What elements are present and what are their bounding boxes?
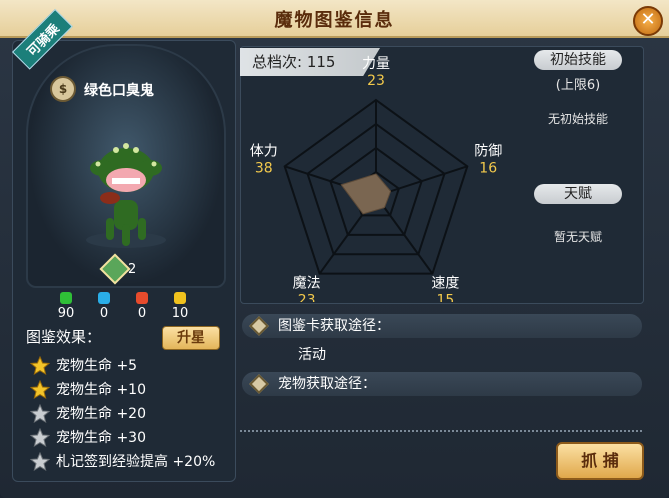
radar-stat-name: 体力 (250, 144, 278, 160)
effect-text: 宠物生命 +20 (56, 406, 146, 422)
diamond-icon (249, 316, 269, 336)
effect-item: 宠物生命 +30 (30, 426, 230, 450)
radar-stat-value: 15 (436, 292, 454, 302)
diamond-icon (249, 374, 269, 394)
attribute-value: 0 (99, 306, 109, 321)
window-title: 魔物图鉴信息 (274, 10, 395, 31)
star-icon (30, 356, 50, 376)
card-source-bar: 图鉴卡获取途径： (242, 314, 642, 338)
star-icon (30, 380, 50, 400)
initial-skill-label: 初始技能 (534, 50, 622, 70)
card-source-value: 活动 (298, 347, 326, 363)
effect-text: 宠物生命 +30 (56, 430, 146, 446)
attribute-color-icon (60, 292, 72, 304)
effect-text: 札记签到经验提高 +20% (56, 454, 216, 470)
card-count: 2 (128, 262, 137, 277)
skill-limit: (上限6) (555, 78, 601, 93)
attribute-value: 0 (137, 306, 147, 321)
divider (240, 430, 642, 432)
effect-text: 宠物生命 +5 (56, 358, 138, 374)
effect-list: 宠物生命 +5 宠物生命 +10 宠物生命 +20 宠物生命 +30 札记签到经验提高 … (30, 354, 230, 474)
effect-item: 宠物生命 +5 (30, 354, 230, 378)
attribute-color-icon (174, 292, 186, 304)
collection-effect-label: 图鉴效果： (26, 328, 102, 346)
talent-label: 天赋 (534, 184, 622, 204)
attribute-value: 90 (57, 306, 75, 321)
effect-item: 宠物生命 +10 (30, 378, 230, 402)
radar-stat-name: 防御 (474, 144, 502, 160)
attribute-row: 90 0 0 10 (52, 292, 202, 322)
close-button[interactable]: ✕ (633, 6, 663, 36)
radar-stat-name: 力量 (362, 56, 390, 72)
star-icon (30, 452, 50, 472)
skills-panel: 初始技能 (上限6) 无初始技能 天赋 暂无天赋 (514, 46, 642, 302)
monster-name: 绿色口臭鬼 (84, 83, 154, 99)
radar-stat-name: 魔法 (293, 275, 321, 291)
attribute-value: 10 (171, 306, 189, 321)
radar-stat-value: 38 (255, 161, 273, 177)
no-talent-text: 暂无天赋 (553, 230, 602, 244)
radar-value-shape (340, 173, 392, 215)
star-icon (30, 404, 50, 424)
card-source-label: 图鉴卡获取途径： (278, 318, 390, 334)
close-icon: ✕ (640, 9, 656, 30)
radar-stat-value: 23 (367, 73, 385, 89)
attribute-color-icon (136, 292, 148, 304)
effect-item: 札记签到经验提高 +20% (30, 450, 230, 474)
radar-stat-value: 23 (298, 292, 316, 302)
stats-radar-chart: 力量23防御16速度15魔法23体力38 (250, 56, 502, 302)
radar-stat-name: 速度 (431, 275, 459, 291)
no-initial-skill-text: 无初始技能 (547, 112, 608, 126)
effect-item: 宠物生命 +20 (30, 402, 230, 426)
monster-sprite-icon (86, 143, 166, 248)
titlebar: 魔物图鉴信息 ✕ (0, 0, 669, 38)
attribute-color-icon (98, 292, 110, 304)
radar-stat-value: 16 (479, 161, 497, 177)
catch-button[interactable]: 抓 捕 (556, 442, 644, 480)
pet-source-label: 宠物获取途径： (278, 376, 376, 392)
pet-source-bar: 宠物获取途径： (242, 372, 642, 396)
effect-text: 宠物生命 +10 (56, 382, 146, 398)
upgrade-star-button[interactable]: 升星 (162, 326, 220, 350)
element-badge-icon: $ (50, 76, 76, 102)
monster-info-window: 魔物图鉴信息 ✕ 可骑乘 $ 绿色口臭鬼 2 90 0 0 10 图鉴效果： 升星 宠… (0, 0, 669, 498)
star-icon (30, 428, 50, 448)
